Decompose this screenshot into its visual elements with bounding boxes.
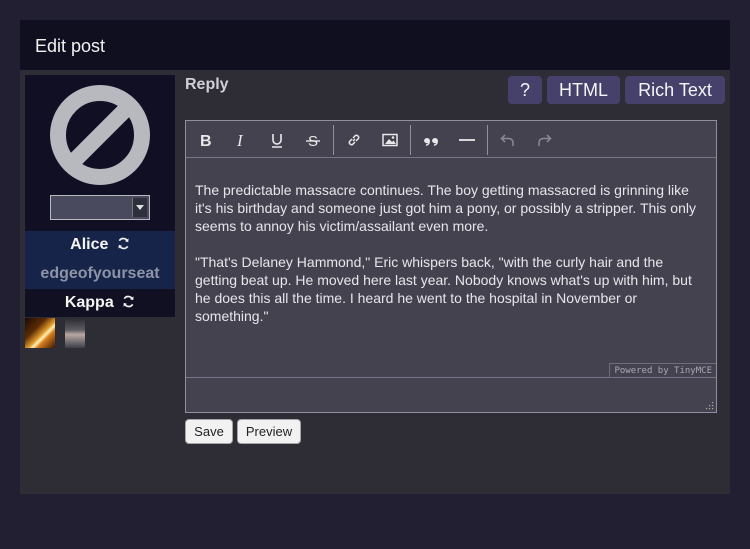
chevron-down-icon[interactable] — [132, 198, 147, 217]
character-alice[interactable]: Alice — [25, 231, 175, 259]
panel-title: Edit post — [20, 20, 730, 70]
character-handle[interactable]: edgeofyourseat — [25, 259, 175, 289]
editor-toolbar: B I S — [186, 121, 716, 158]
blockquote-icon[interactable] — [416, 125, 446, 155]
preview-button[interactable]: Preview — [237, 419, 301, 444]
toolbar-divider — [410, 125, 411, 155]
horizontal-rule-icon[interactable] — [452, 125, 482, 155]
underline-icon[interactable] — [262, 125, 292, 155]
gallery-thumbnail[interactable] — [25, 318, 55, 348]
editor-paragraph: "That's Delaney Hammond," Eric whispers … — [195, 254, 692, 324]
avatar-select[interactable] — [50, 195, 150, 220]
resize-grip-icon[interactable] — [706, 402, 714, 410]
italic-icon[interactable]: I — [226, 125, 256, 155]
help-button[interactable]: ? — [508, 76, 542, 104]
character-sidebar: Alice edgeofyourseat Kappa — [25, 75, 175, 348]
svg-text:I: I — [236, 132, 244, 148]
image-icon[interactable] — [375, 125, 405, 155]
avatar-box — [25, 75, 175, 231]
bold-icon[interactable]: B — [190, 125, 220, 155]
link-icon[interactable] — [339, 125, 369, 155]
character-name: Alice — [70, 236, 109, 253]
save-button[interactable]: Save — [185, 419, 233, 444]
rich-text-editor: B I S The predictable massacre continues… — [185, 120, 717, 413]
gallery-thumbnail[interactable] — [65, 318, 85, 348]
edit-post-panel: Edit post Alice edgeofyourseat Kappa Rep… — [20, 20, 730, 494]
editor-content[interactable]: The predictable massacre continues. The … — [186, 159, 716, 377]
gallery-thumbnails — [25, 318, 175, 348]
character-name: Kappa — [64, 294, 114, 311]
toolbar-divider — [333, 125, 334, 155]
redo-icon[interactable] — [529, 125, 559, 155]
powered-by-label: Powered by TinyMCE — [609, 363, 716, 378]
reply-label: Reply — [185, 76, 229, 93]
rich-text-tab[interactable]: Rich Text — [625, 76, 725, 104]
toolbar-divider — [487, 125, 488, 155]
undo-icon[interactable] — [493, 125, 523, 155]
strikethrough-icon[interactable]: S — [298, 125, 328, 155]
swap-icon[interactable] — [117, 237, 130, 250]
swap-icon[interactable] — [122, 295, 135, 308]
no-avatar-icon — [50, 85, 150, 185]
editor-paragraph: The predictable massacre continues. The … — [195, 182, 696, 234]
html-tab[interactable]: HTML — [547, 76, 620, 104]
character-kappa[interactable]: Kappa — [25, 289, 175, 317]
svg-text:B: B — [200, 133, 212, 148]
editor-statusbar — [186, 377, 716, 412]
